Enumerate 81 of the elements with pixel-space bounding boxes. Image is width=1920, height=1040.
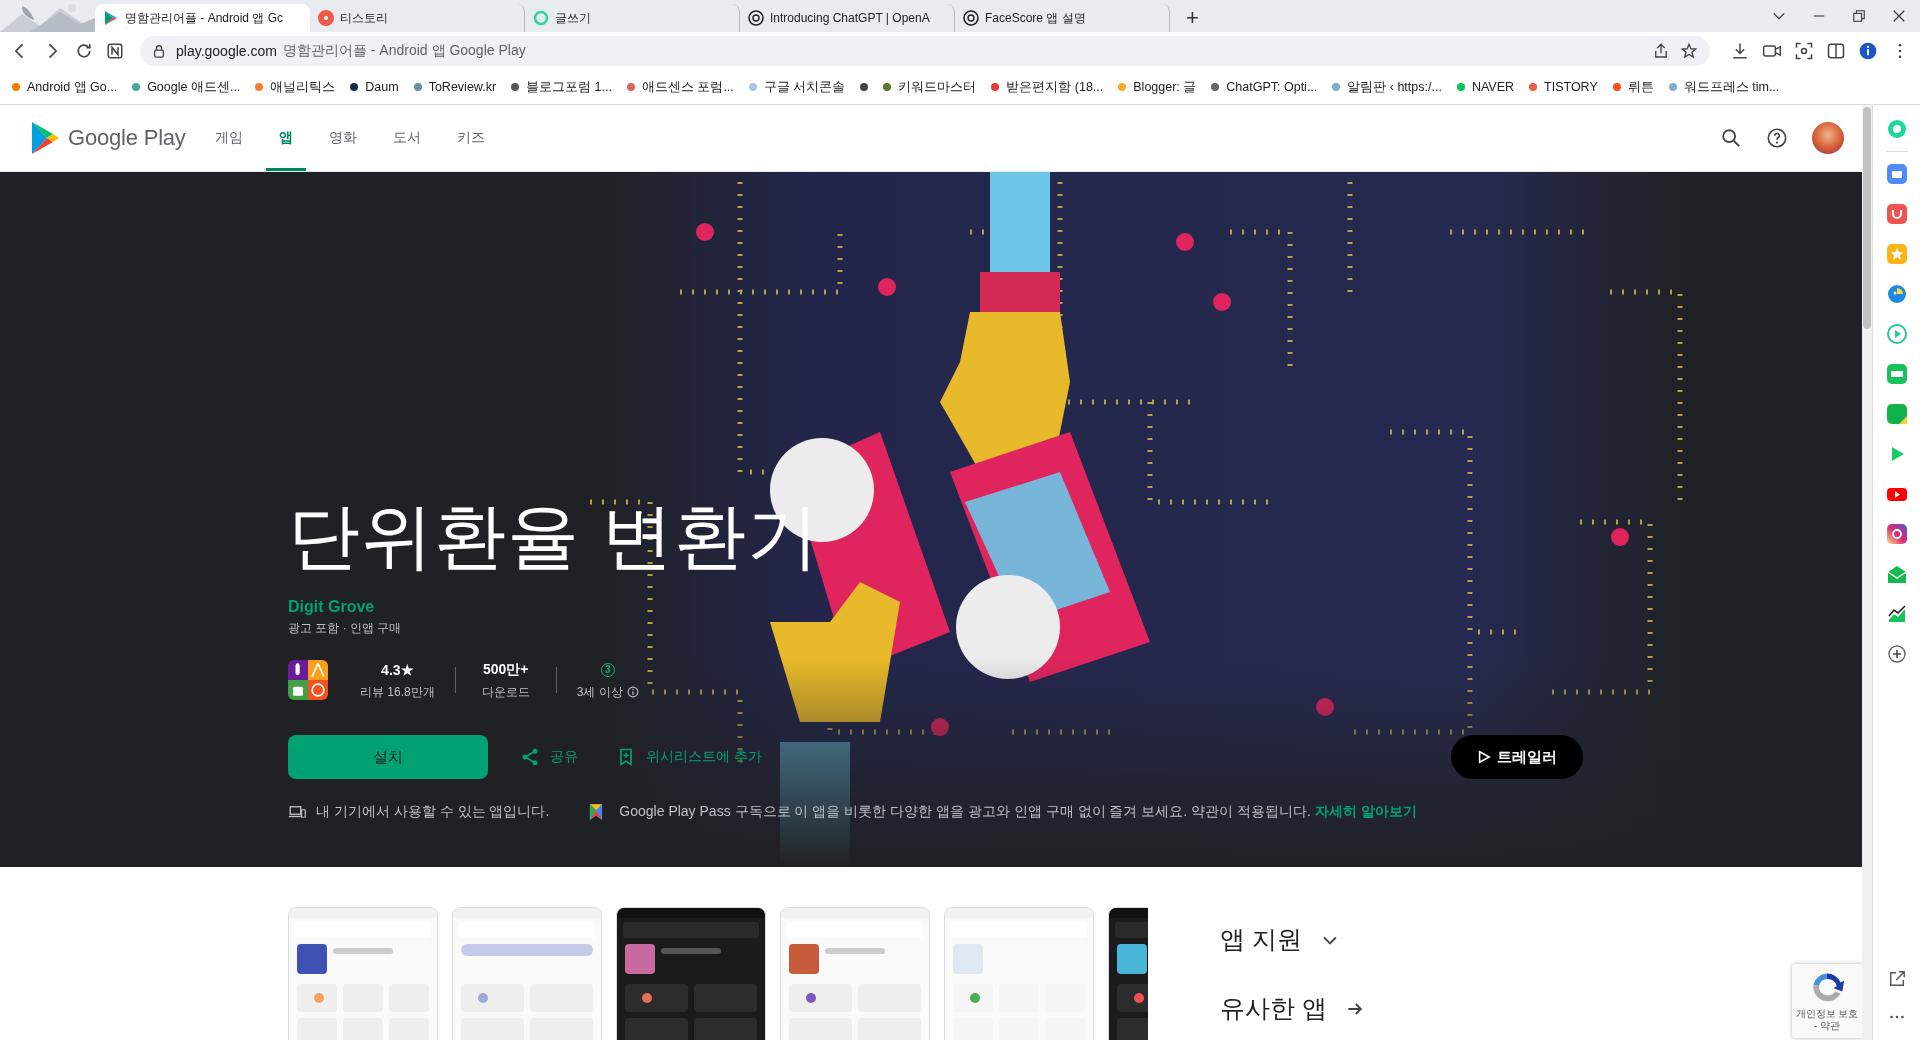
bookmark-link[interactable]: TISTORY — [1544, 80, 1598, 94]
browser-tab[interactable]: 명함관리어플 - Android 앱 Gc — [95, 4, 310, 32]
info-icon[interactable] — [1858, 41, 1878, 61]
page-title: 명함관리어플 - Android 앱 Google Play — [282, 42, 526, 60]
browser-tab[interactable]: FaceScore 앱 설명 — [955, 4, 1170, 32]
trailer-button[interactable]: 트레일러 — [1451, 735, 1583, 779]
install-button[interactable]: 설치 — [288, 735, 488, 779]
device-note: 내 기기에서 사용할 수 있는 앱입니다. — [316, 803, 550, 821]
note-icon[interactable] — [1886, 404, 1907, 424]
bookmark-link[interactable]: 애드센스 포럼... — [641, 78, 734, 96]
browser-tab[interactable]: 티스토리 — [310, 4, 525, 32]
nav-tab[interactable]: 도서 — [379, 105, 434, 171]
bookmark-link[interactable]: 애널리틱스 — [270, 78, 336, 96]
wishlist-button[interactable]: 위시리스트에 추가 — [610, 746, 768, 768]
pocket-icon[interactable] — [1886, 204, 1907, 224]
app-icon — [288, 660, 328, 700]
play-pass-note: Google Play Pass 구독으로 이 앱을 비롯한 다양한 앱을 광고와 인앱 구매 없이 즐겨 보세요. 약관이 적용됩니다. 자세히 알아보기 — [619, 803, 1417, 821]
download-icon[interactable] — [1730, 41, 1750, 61]
learn-more-link[interactable]: 자세히 알아보기 — [1314, 803, 1417, 819]
bookmark-link[interactable]: Blogger: 글 — [1133, 78, 1197, 96]
app-title: 단위환율 변환기 — [288, 495, 821, 578]
section-heading[interactable]: 유사한 앱 — [1220, 992, 1365, 1025]
recaptcha-footer: 개인정보 보호 - 약관 — [1794, 1008, 1860, 1032]
stat-value: 500만+ — [482, 659, 529, 679]
bookmark-link[interactable]: Android 앱 Go... — [27, 78, 118, 96]
close-icon[interactable] — [1892, 9, 1906, 23]
star-icon[interactable] — [1680, 42, 1698, 60]
search-icon[interactable] — [1720, 127, 1742, 149]
mail-icon[interactable] — [1886, 564, 1907, 584]
help-icon[interactable] — [1766, 127, 1788, 149]
play-icon — [1477, 750, 1491, 764]
nav-tab[interactable]: 키즈 — [443, 105, 498, 171]
n-square-icon[interactable] — [106, 42, 124, 60]
url-host: play.google.com — [176, 43, 277, 59]
scrollbar[interactable] — [1862, 105, 1872, 1040]
play-pass-icon — [589, 803, 604, 821]
bookmark-link[interactable]: 뤼튼 — [1627, 78, 1654, 96]
stat-label: 다운로드 — [481, 683, 530, 701]
bookmark-link[interactable]: 받은편지함 (18... — [1006, 78, 1104, 96]
bookmark-link[interactable]: 알림판 ‹ https:/... — [1347, 78, 1442, 96]
lock-icon — [152, 44, 166, 58]
app-badges: 광고 포함 · 인앱 구매 — [288, 620, 1583, 637]
info-icon[interactable] — [626, 686, 639, 698]
browser-tab[interactable]: 글쓰기 — [525, 4, 740, 32]
nav-tab[interactable]: 영화 — [315, 105, 370, 171]
split-view-icon[interactable] — [1826, 41, 1846, 61]
bookmark-link[interactable]: 블로그포럼 1... — [526, 78, 612, 96]
capture-icon[interactable] — [1794, 41, 1814, 61]
bookmark-link[interactable]: NAVER — [1471, 80, 1515, 94]
avatar[interactable] — [1812, 122, 1844, 154]
bookmark-link[interactable]: 구글 서치콘솔 — [763, 78, 846, 96]
new-tab-button[interactable]: + — [1180, 4, 1205, 32]
address-bar[interactable]: play.google.com 명함관리어플 - Android 앱 Google Play — [140, 36, 1710, 66]
play-logo-icon — [30, 121, 60, 155]
plus-icon[interactable] — [1886, 644, 1907, 664]
briefcase-icon[interactable] — [1886, 164, 1907, 184]
bookmark-link[interactable]: ChatGPT: Opti... — [1226, 80, 1318, 94]
developer-link[interactable]: Digit Grove — [288, 598, 375, 616]
chart-icon[interactable] — [1886, 604, 1907, 624]
bookmark-link[interactable]: Daum — [365, 80, 399, 94]
bookmark-link[interactable]: 워드프레스 tim... — [1683, 78, 1780, 96]
ring-icon — [533, 10, 549, 26]
stat-label: 3세 이상 — [576, 683, 623, 701]
share-icon — [520, 747, 540, 767]
bookmark-link[interactable]: ToReview.kr — [428, 80, 497, 94]
stat-label: 리뷰 16.8만개 — [360, 683, 435, 701]
section-heading[interactable]: 앱 지원 — [1220, 923, 1365, 956]
share-icon[interactable] — [1652, 42, 1670, 60]
restore-icon[interactable] — [1852, 9, 1866, 23]
browser-tab[interactable]: Introducing ChatGPT | OpenA — [740, 4, 955, 32]
camera-icon[interactable] — [1886, 524, 1907, 544]
nav-tab[interactable]: 게임 — [201, 105, 256, 171]
rating-value: 4.3★ — [381, 660, 414, 680]
external-link-icon[interactable] — [1887, 970, 1906, 988]
bookmark-link[interactable]: 키워드마스터 — [898, 78, 977, 96]
bookmark-link[interactable]: Google 애드센... — [147, 78, 241, 96]
devices-icon — [288, 803, 306, 821]
play-icon — [103, 10, 119, 26]
logo-text: Google Play — [68, 125, 186, 151]
reload-icon[interactable] — [74, 41, 94, 61]
share-button[interactable]: 공유 — [514, 746, 584, 768]
